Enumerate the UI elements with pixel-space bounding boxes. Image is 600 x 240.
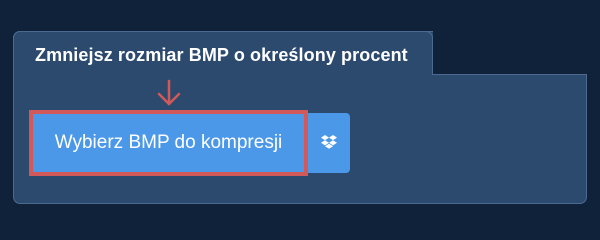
panel-notch-border xyxy=(432,74,587,75)
choose-bmp-button-label: Wybierz BMP do kompresji xyxy=(54,132,283,153)
panel-notch xyxy=(433,31,588,75)
choose-bmp-button[interactable]: Wybierz BMP do kompresji xyxy=(29,110,308,176)
dropbox-icon xyxy=(321,135,337,149)
panel-title: Zmniejsz rozmiar BMP o określony procent xyxy=(35,45,408,65)
dropbox-button[interactable] xyxy=(308,113,350,173)
arrow-down-icon xyxy=(157,79,181,106)
